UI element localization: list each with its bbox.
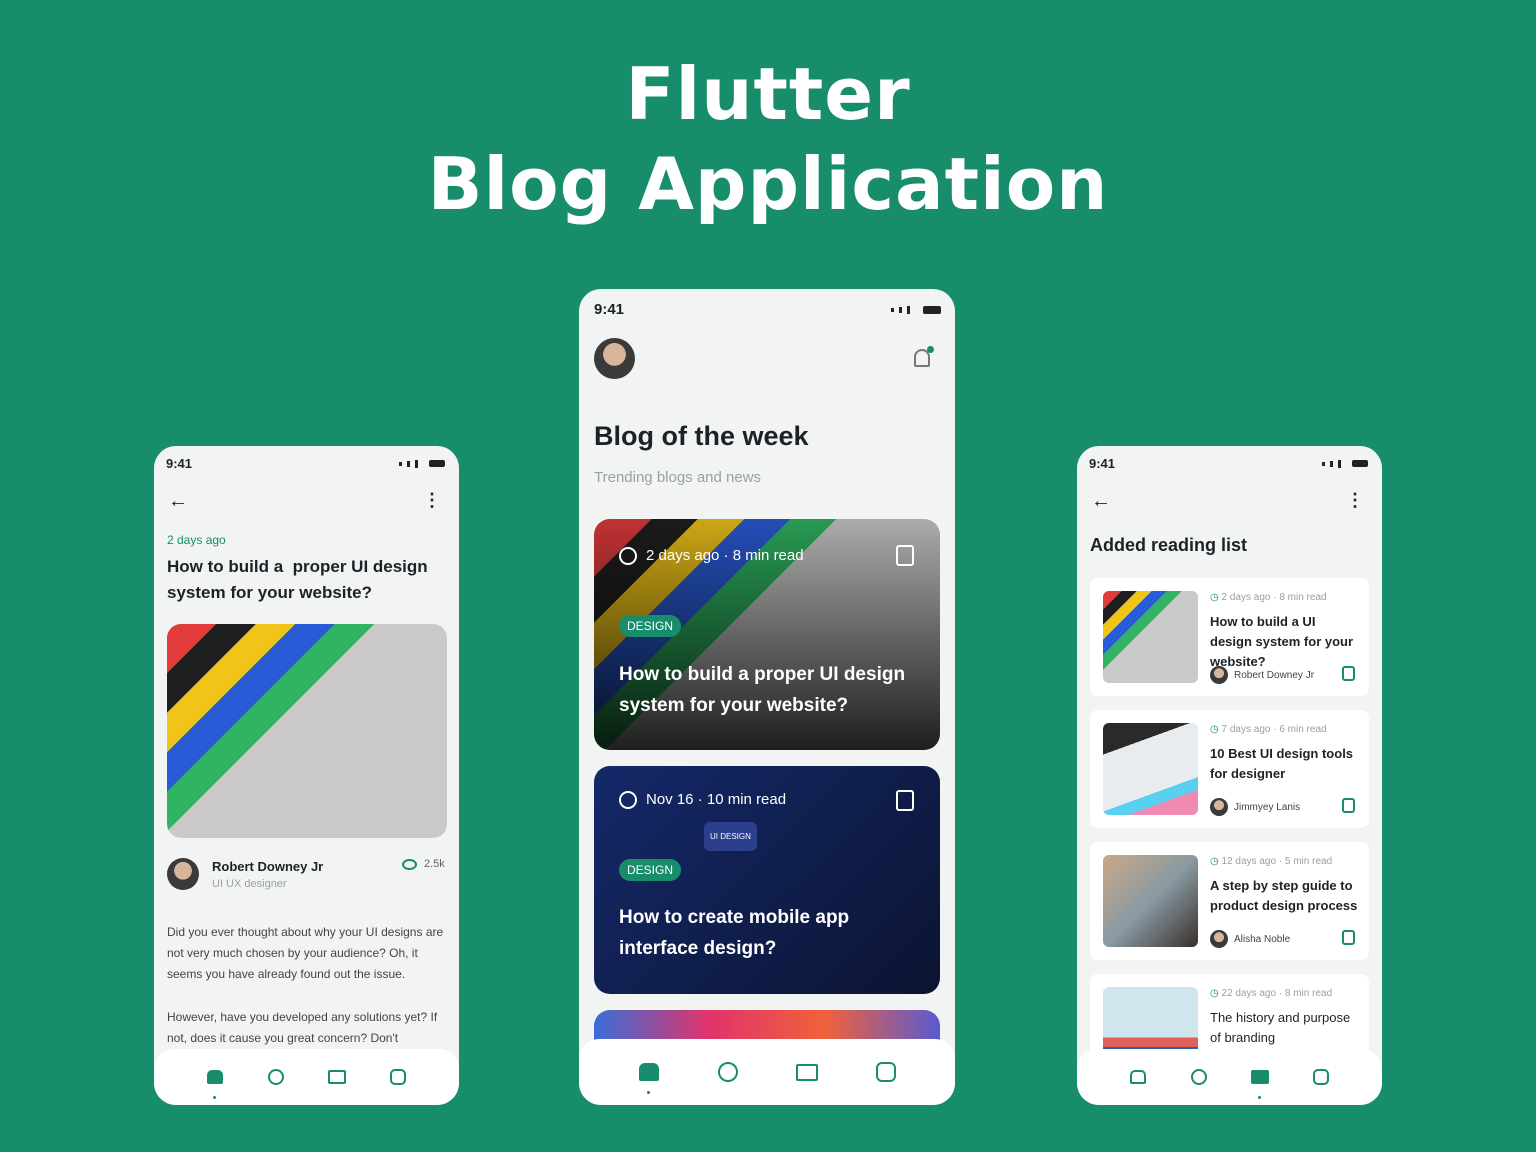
clock-icon [619,791,637,809]
author-name: Robert Downey Jr [1234,669,1315,681]
headline-line2: Blog Application [427,142,1109,226]
bookmark-icon[interactable] [1342,666,1355,681]
author-name[interactable]: Robert Downey Jr [212,859,323,874]
nav-home-icon[interactable] [1126,1065,1150,1089]
nav-settings-icon[interactable] [874,1060,898,1084]
bookmark-icon[interactable] [896,790,914,811]
author-role: UI UX designer [212,878,287,890]
notification-bell-icon[interactable] [914,346,934,367]
nav-book-icon[interactable] [795,1060,819,1084]
author-name: Alisha Noble [1234,933,1291,945]
view-count: 2.5k [424,858,445,870]
status-bar: 9:41 [1089,456,1368,471]
signal-wifi-battery-icon [1322,456,1368,471]
nav-book-icon[interactable] [325,1065,349,1089]
bottom-nav [1077,1049,1382,1105]
nav-search-icon[interactable] [716,1060,740,1084]
item-title: How to build a UI design system for your… [1210,614,1354,669]
clock-icon: ◷ [1210,988,1222,999]
signal-wifi-battery-icon [399,456,445,471]
item-meta: ◷ 12 days ago · 5 min read [1210,856,1332,867]
featured-card-2[interactable]: UI DESIGN Nov 16 · 10 min read DESIGN Ho… [594,766,940,994]
bookmark-icon[interactable] [1342,798,1355,813]
nav-settings-icon[interactable] [1309,1065,1333,1089]
body-paragraph-2: However, have you developed any solution… [167,1010,438,1045]
bookmark-icon[interactable] [1342,930,1355,945]
item-meta-text: 22 days ago · 8 min read [1221,988,1333,999]
phone-home: 9:41 Blog of the week Trending blogs and… [579,289,955,1105]
item-title: A step by step guide to product design p… [1210,878,1358,913]
card-title: How to create mobile app interface desig… [619,907,850,959]
item-meta-text: 7 days ago · 6 min read [1221,724,1327,735]
item-title: The history and purpose of branding [1210,1010,1351,1045]
section-title: Blog of the week [594,421,809,451]
user-avatar[interactable] [594,338,635,379]
nav-home-icon[interactable] [637,1060,661,1094]
category-tag[interactable]: DESIGN [619,615,682,637]
status-time: 9:41 [1089,456,1116,471]
item-thumbnail [1103,855,1198,947]
signal-wifi-battery-icon [891,301,941,318]
item-meta: ◷ 22 days ago · 8 min read [1210,988,1332,999]
reading-list-item[interactable]: ◷ 12 days ago · 5 min read A step by ste… [1090,842,1369,960]
post-title: How to build a proper UI design system f… [167,557,433,602]
author-avatar[interactable] [167,858,199,890]
more-options-icon[interactable]: ⋮ [423,490,441,511]
item-thumbnail [1103,591,1198,683]
bottom-nav [154,1049,459,1105]
page-title: Added reading list [1090,535,1248,555]
eye-icon [402,859,417,870]
item-meta: ◷ 2 days ago · 8 min read [1210,592,1327,603]
author-avatar [1210,666,1228,684]
author-avatar [1210,798,1228,816]
phone-reading-list: 9:41 ← ⋮ Added reading list ◷ 2 days ago… [1077,446,1382,1105]
back-arrow-icon[interactable]: ← [168,490,188,513]
more-options-icon[interactable]: ⋮ [1346,490,1364,511]
item-meta-text: 2 days ago · 8 min read [1221,592,1327,603]
nav-search-icon[interactable] [1187,1065,1211,1089]
item-meta: ◷ 7 days ago · 6 min read [1210,724,1327,735]
body-paragraph-1: Did you ever thought about why your UI d… [167,925,444,981]
bottom-nav [579,1039,955,1105]
post-date: 2 days ago [167,533,226,547]
reading-list-item[interactable]: ◷ 7 days ago · 6 min read 10 Best UI des… [1090,710,1369,828]
clock-icon [619,547,637,565]
item-author: Jimmyey Lanis [1210,798,1300,816]
headline-line1: Flutter [625,52,911,136]
status-time: 9:41 [594,301,625,318]
author-name: Jimmyey Lanis [1234,801,1301,813]
clock-icon: ◷ [1210,856,1222,867]
nav-settings-icon[interactable] [386,1065,410,1089]
featured-card-1[interactable]: 2 days ago · 8 min read DESIGN How to bu… [594,519,940,750]
item-thumbnail [1103,723,1198,815]
item-meta-text: 12 days ago · 5 min read [1221,856,1333,867]
item-title: 10 Best UI design tools for designer [1210,746,1354,781]
card-meta: 2 days ago · 8 min read [646,547,804,564]
status-bar: 9:41 [594,301,941,318]
card-meta: Nov 16 · 10 min read [646,791,787,808]
nav-book-icon[interactable] [1248,1065,1272,1099]
card-title: How to build a proper UI design system f… [619,664,906,716]
status-bar: 9:41 [166,456,445,471]
item-author: Robert Downey Jr [1210,666,1314,684]
clock-icon: ◷ [1210,724,1222,735]
section-subtitle: Trending blogs and news [594,469,762,486]
back-arrow-icon[interactable]: ← [1091,490,1111,513]
post-image [167,624,447,838]
nav-search-icon[interactable] [264,1065,288,1089]
reading-list-item[interactable]: ◷ 2 days ago · 8 min read How to build a… [1090,578,1369,696]
clock-icon: ◷ [1210,592,1222,603]
nav-home-icon[interactable] [203,1065,227,1099]
phone-article-detail: 9:41 ← ⋮ 2 days ago How to build a prope… [154,446,459,1105]
category-tag[interactable]: DESIGN [619,859,682,881]
author-avatar [1210,930,1228,948]
status-time: 9:41 [166,456,193,471]
bookmark-icon[interactable] [896,545,914,566]
image-label: UI DESIGN [704,822,757,851]
item-author: Alisha Noble [1210,930,1290,948]
